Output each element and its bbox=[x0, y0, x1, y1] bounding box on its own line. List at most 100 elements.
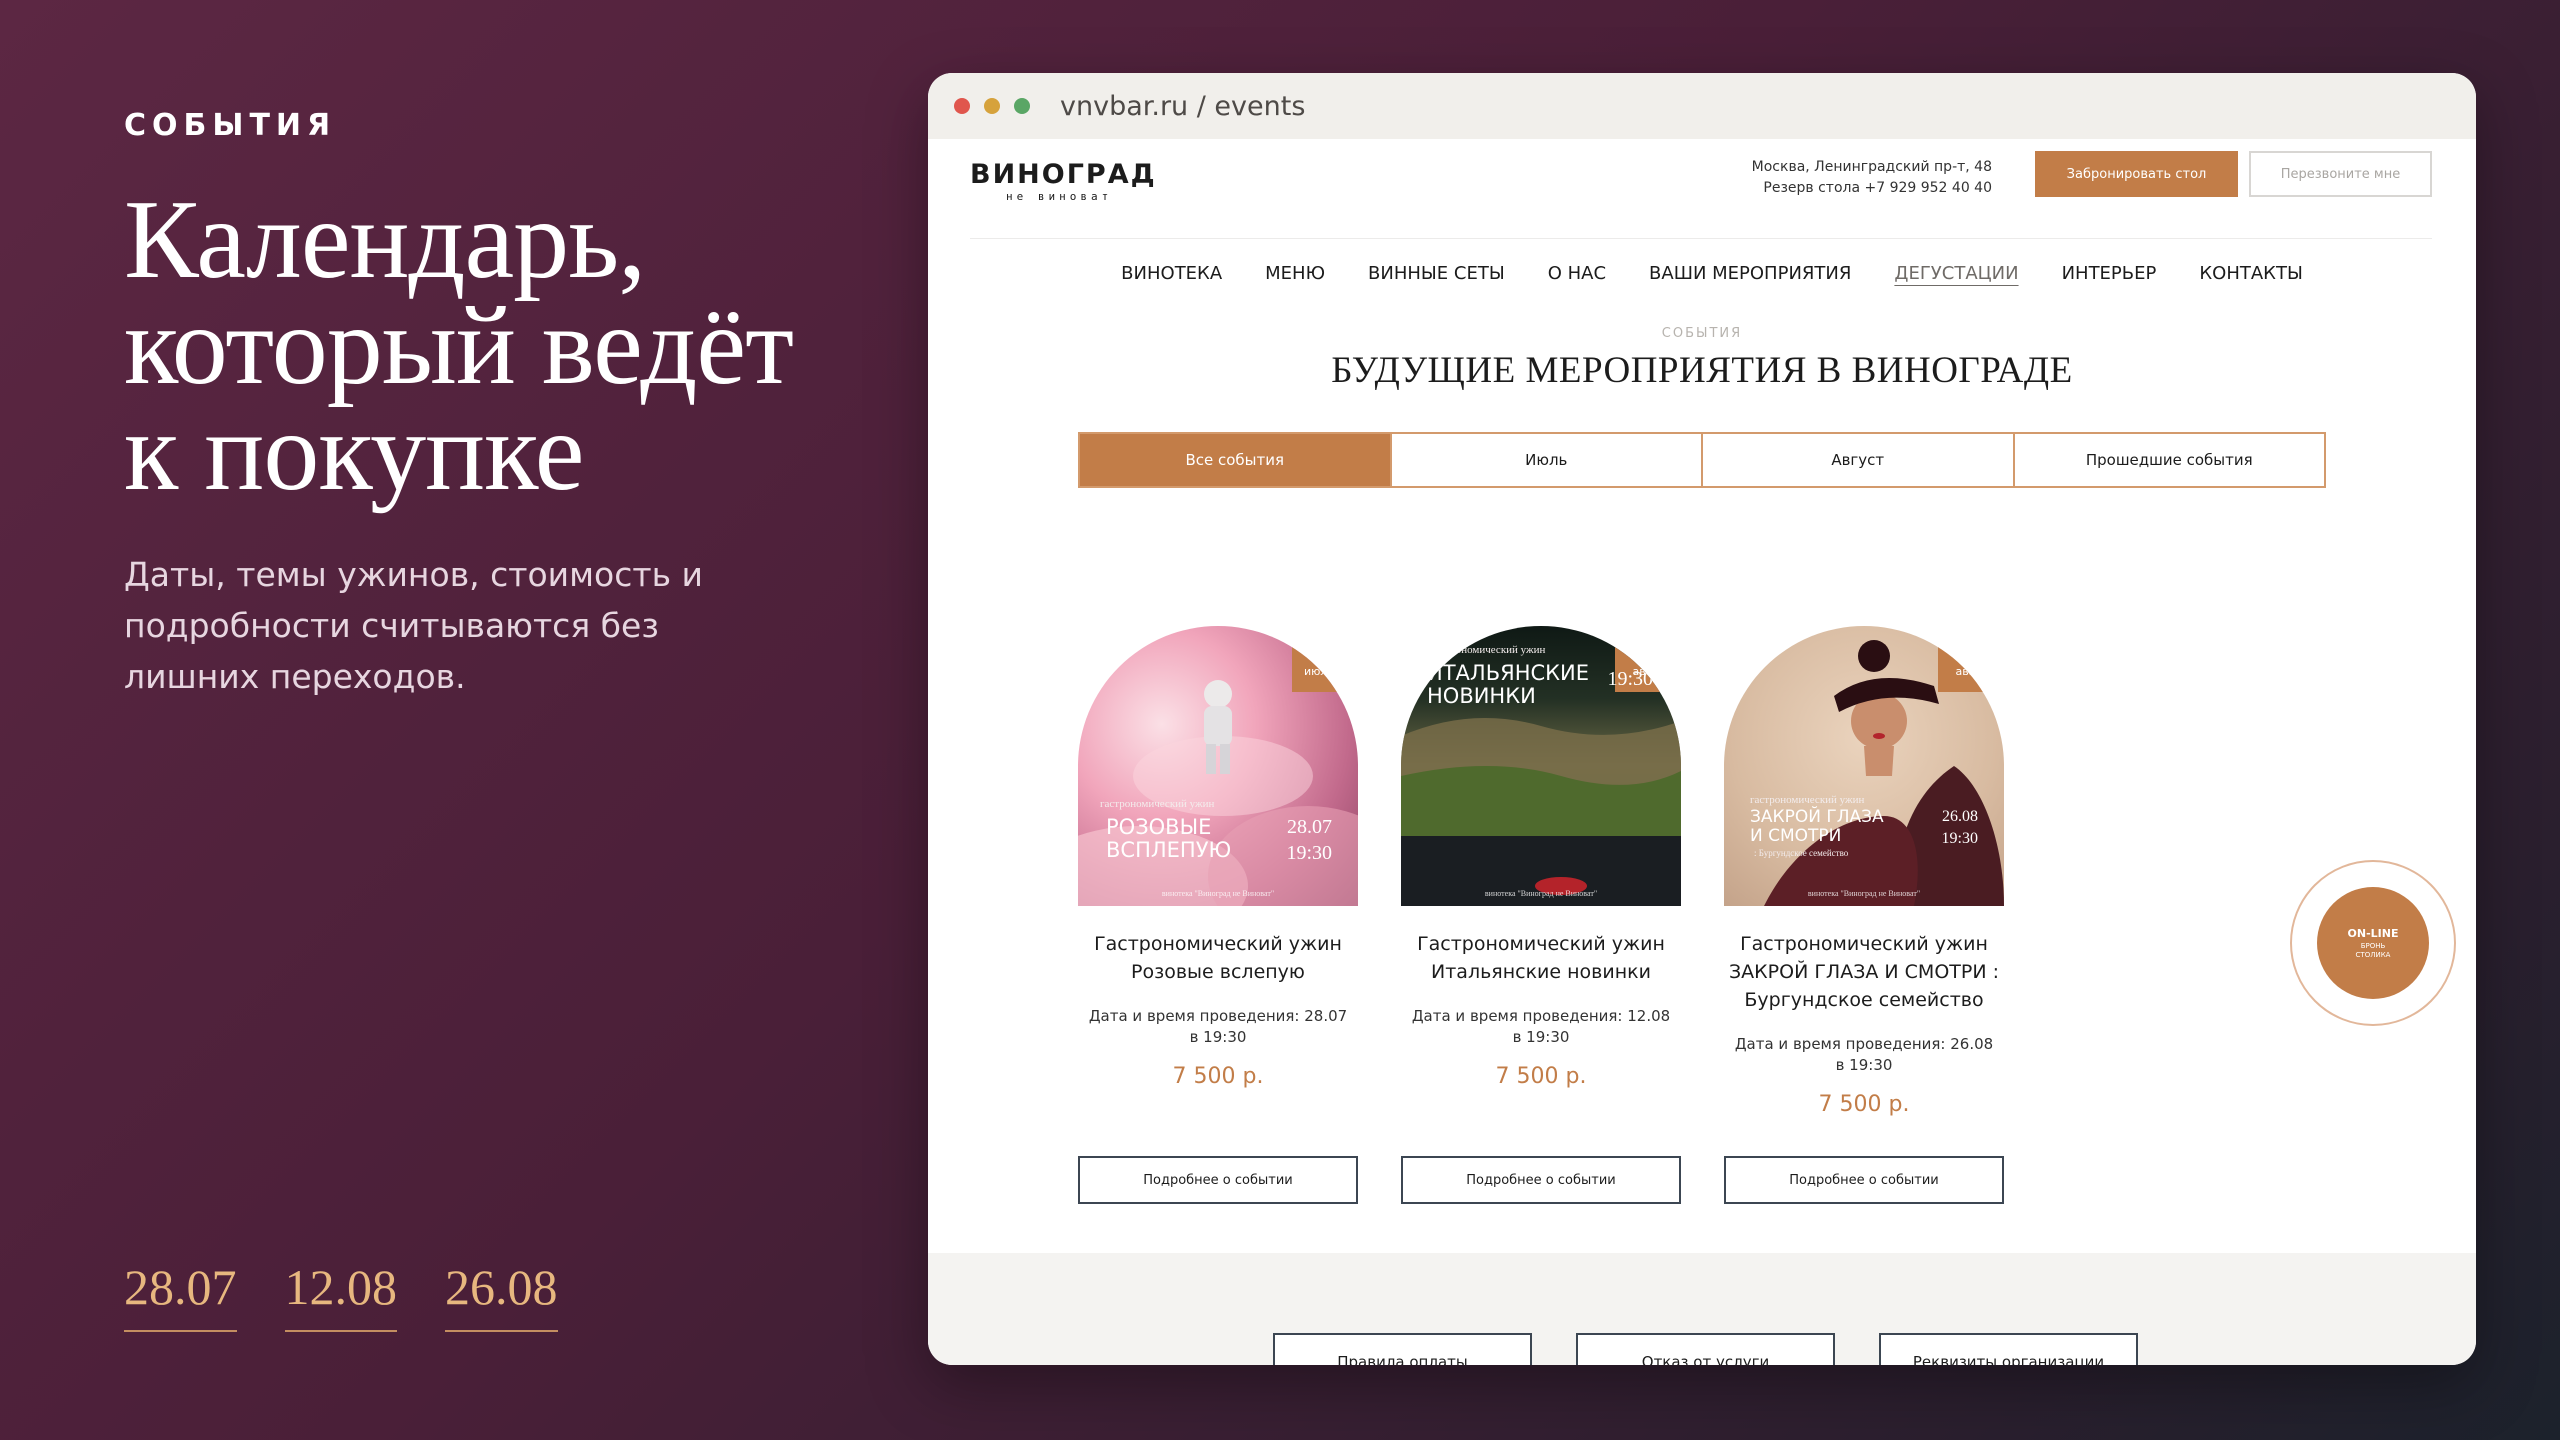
poster-date: 28.07 bbox=[1287, 816, 1332, 838]
promo-title-line: к покупке bbox=[124, 390, 584, 514]
nav-item-interior[interactable]: ИНТЕРЬЕР bbox=[2062, 263, 2157, 284]
promo-block: СОБЫТИЯ Календарь, который ведёт к покуп… bbox=[124, 108, 844, 702]
poster-datetime: 26.08 19:30 bbox=[1942, 806, 1978, 850]
poster-time: 19:30 bbox=[1941, 830, 1978, 847]
poster-datetime: 28.07 19:30 bbox=[1286, 814, 1332, 866]
event-datetime: Дата и время проведения: 28.07 в 19:30 bbox=[1088, 1007, 1348, 1046]
logo-text: ВИНОГРАД bbox=[970, 159, 1157, 190]
poster-caption: гастрономический ужин bbox=[1431, 644, 1546, 656]
promo-date: 12.08 bbox=[284, 1258, 397, 1332]
promo-eyebrow: СОБЫТИЯ bbox=[124, 108, 337, 143]
online-booking-widget[interactable]: ON-LINE БРОНЬ СТОЛИКА bbox=[2290, 860, 2456, 1026]
poster-footer: винотека "Виноград не Виноват" bbox=[1807, 889, 1921, 898]
promo-title: Календарь, который ведёт к покупке bbox=[124, 184, 844, 514]
poster-event-name: ИТАЛЬЯНСКИЕ НОВИНКИ bbox=[1427, 662, 1589, 708]
date-badge: 26 авг bbox=[1938, 638, 1992, 692]
poster-event-name: ЗАКРОЙ ГЛАЗА И СМОТРИ bbox=[1750, 808, 1884, 846]
book-table-button[interactable]: Забронировать стол bbox=[2035, 151, 2238, 197]
section-eyebrow: СОБЫТИЯ bbox=[1661, 326, 1743, 341]
event-poster[interactable]: 26 авг гастрономический ужин ЗАКРОЙ ГЛАЗ… bbox=[1724, 626, 2004, 906]
badge-month: авг bbox=[1955, 665, 1975, 678]
browser-toolbar: vnvbar.ru / events bbox=[928, 73, 2476, 139]
tab-july[interactable]: Июль bbox=[1392, 434, 1703, 486]
tab-august[interactable]: Август bbox=[1703, 434, 2015, 486]
site-header: ВИНОГРАД не виноват Москва, Ленинградски… bbox=[970, 139, 2432, 239]
event-cards: 28 июля гастрономический ужин РОЗОВЫЕ ВС… bbox=[1078, 626, 2004, 1204]
poster-footer: винотека "Виноград не Виноват" bbox=[1484, 889, 1598, 898]
event-price: 7 500 р. bbox=[1818, 1092, 1910, 1117]
nav-item-wine-sets[interactable]: ВИННЫЕ СЕТЫ bbox=[1368, 263, 1505, 284]
nav-item-wine-shop[interactable]: ВИНОТЕКА bbox=[1121, 263, 1222, 284]
event-poster[interactable]: 28 июля гастрономический ужин РОЗОВЫЕ ВС… bbox=[1078, 626, 1358, 906]
event-poster[interactable]: 12 авг гастрономический ужин ИТАЛЬЯНСКИЕ… bbox=[1401, 626, 1681, 906]
company-details-button[interactable]: Реквизиты организации bbox=[1879, 1333, 2138, 1365]
logo-tagline: не виноват bbox=[1006, 190, 1113, 203]
poster-time: 19:30 bbox=[1286, 842, 1332, 864]
nav-item-your-events[interactable]: ВАШИ МЕРОПРИЯТИЯ bbox=[1649, 263, 1851, 284]
phone-text[interactable]: Резерв стола +7 929 952 40 40 bbox=[1752, 178, 1992, 199]
footer-buttons: Правила оплаты Отказ от услуги Реквизиты… bbox=[1273, 1333, 2138, 1365]
poster-date: 26.08 bbox=[1942, 808, 1978, 825]
nav-item-about[interactable]: О НАС bbox=[1548, 263, 1606, 284]
nav-item-contacts[interactable]: КОНТАКТЫ bbox=[2199, 263, 2302, 284]
poster-datetime: 19:30 bbox=[1607, 666, 1653, 692]
nav-item-menu[interactable]: МЕНЮ bbox=[1265, 263, 1325, 284]
poster-subtitle: : Бургундское семейство bbox=[1754, 848, 1849, 858]
event-card: 12 авг гастрономический ужин ИТАЛЬЯНСКИЕ… bbox=[1401, 626, 1681, 1204]
section-title: БУДУЩИЕ МЕРОПРИЯТИЯ В ВИНОГРАДЕ bbox=[1331, 350, 2073, 391]
poster-name-line: РОЗОВЫЕ bbox=[1106, 815, 1212, 839]
poster-name-line: И СМОТРИ bbox=[1750, 826, 1842, 846]
event-price: 7 500 р. bbox=[1172, 1064, 1264, 1089]
badge-month: июля bbox=[1303, 665, 1335, 678]
online-booking-button[interactable]: ON-LINE БРОНЬ СТОЛИКА bbox=[2317, 887, 2429, 999]
poster-name-line: ЗАКРОЙ ГЛАЗА bbox=[1750, 807, 1884, 827]
date-badge: 28 июля bbox=[1292, 638, 1346, 692]
tab-all-events[interactable]: Все события bbox=[1080, 434, 1392, 486]
online-sublabel-line: БРОНЬ bbox=[2360, 941, 2386, 950]
event-details-button[interactable]: Подробнее о событии bbox=[1401, 1156, 1681, 1204]
minimize-window-dot[interactable] bbox=[984, 98, 1000, 114]
poster-caption: гастрономический ужин bbox=[1100, 798, 1215, 810]
event-details-button[interactable]: Подробнее о событии bbox=[1078, 1156, 1358, 1204]
event-datetime: Дата и время проведения: 26.08 в 19:30 bbox=[1734, 1035, 1994, 1074]
poster-time: 19:30 bbox=[1607, 668, 1653, 690]
online-sublabel-line: СТОЛИКА bbox=[2355, 950, 2391, 959]
event-card: 28 июля гастрономический ужин РОЗОВЫЕ ВС… bbox=[1078, 626, 1358, 1204]
nav-item-tastings[interactable]: ДЕГУСТАЦИИ bbox=[1894, 263, 2018, 284]
poster-name-line: ВСПЛЕПУЮ bbox=[1106, 838, 1232, 862]
promo-title-line: который ведёт bbox=[124, 284, 794, 408]
event-datetime: Дата и время проведения: 12.08 в 19:30 bbox=[1411, 1007, 1671, 1046]
event-filter-tabs: Все события Июль Август Прошедшие событи… bbox=[1078, 432, 2326, 488]
online-sublabel: БРОНЬ СТОЛИКА bbox=[2356, 942, 2391, 960]
event-title[interactable]: Гастрономический ужин Итальянские новинк… bbox=[1401, 930, 1681, 986]
poster-event-name: РОЗОВЫЕ ВСПЛЕПУЮ bbox=[1106, 816, 1231, 862]
poster-name-line: ИТАЛЬЯНСКИЕ bbox=[1427, 661, 1590, 685]
promo-date: 28.07 bbox=[124, 1258, 237, 1332]
close-window-dot[interactable] bbox=[954, 98, 970, 114]
badge-day: 12 bbox=[1633, 650, 1651, 665]
badge-day: 28 bbox=[1310, 650, 1328, 665]
event-price: 7 500 р. bbox=[1495, 1064, 1587, 1089]
event-title[interactable]: Гастрономический ужин Розовые вслепую bbox=[1078, 930, 1358, 986]
event-card: 26 авг гастрономический ужин ЗАКРОЙ ГЛАЗ… bbox=[1724, 626, 2004, 1204]
online-label: ON-LINE bbox=[2347, 926, 2399, 940]
event-details-button[interactable]: Подробнее о событии bbox=[1724, 1156, 2004, 1204]
address-text: Москва, Ленинградский пр-т, 48 bbox=[1751, 159, 1992, 175]
poster-name-line: НОВИНКИ bbox=[1427, 684, 1536, 708]
badge-day: 26 bbox=[1956, 650, 1974, 665]
poster-footer: винотека "Виноград не Виноват" bbox=[1161, 889, 1275, 898]
promo-dates: 28.07 12.08 26.08 bbox=[124, 1258, 558, 1332]
tab-past-events[interactable]: Прошедшие события bbox=[2015, 434, 2325, 486]
site-footer: Правила оплаты Отказ от услуги Реквизиты… bbox=[928, 1253, 2476, 1365]
browser-window: vnvbar.ru / events ВИНОГРАД не виноват М… bbox=[928, 73, 2476, 1365]
callback-button[interactable]: Перезвоните мне bbox=[2249, 151, 2432, 197]
site-logo[interactable]: ВИНОГРАД не виноват bbox=[970, 159, 1157, 203]
poster-caption: гастрономический ужин bbox=[1750, 794, 1865, 806]
maximize-window-dot[interactable] bbox=[1014, 98, 1030, 114]
payment-rules-button[interactable]: Правила оплаты bbox=[1273, 1333, 1532, 1365]
address-bar[interactable]: vnvbar.ru / events bbox=[1060, 91, 1305, 122]
service-refusal-button[interactable]: Отказ от услуги bbox=[1576, 1333, 1835, 1365]
promo-subtitle: Даты, темы ужинов, стоимость и подробнос… bbox=[124, 555, 703, 696]
event-title[interactable]: Гастрономический ужин ЗАКРОЙ ГЛАЗА И СМО… bbox=[1724, 930, 2004, 1014]
contact-info: Москва, Ленинградский пр-т, 48 Резерв ст… bbox=[1752, 157, 1992, 199]
